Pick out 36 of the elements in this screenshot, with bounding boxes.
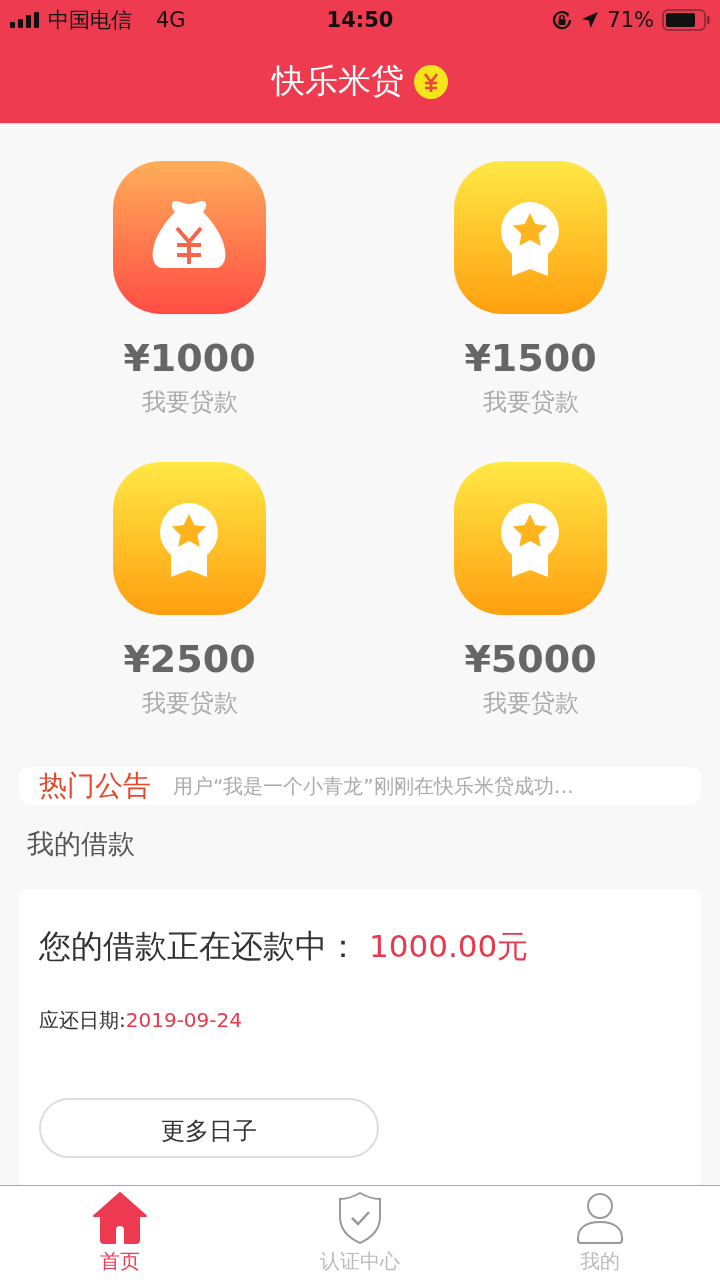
tab[interactable]: 我的 [480,1186,720,1280]
loan-action[interactable]: 我要贷款 [482,687,579,719]
loan-balance: 1000.00元 [369,927,529,966]
loan-icon[interactable] [454,462,607,615]
due-date: 2019-09-24 [125,1008,242,1032]
home-icon [93,1191,147,1244]
shield-check-icon [338,1191,382,1244]
battery-icon [662,9,710,31]
yen-coin-icon [414,64,448,99]
loan-amount: ¥1500 [464,336,597,380]
battery-percent: 71% [607,8,654,32]
more-days-button[interactable]: 更多日子 [39,1098,379,1158]
due-label: 应还日期: [39,1008,126,1032]
user-icon [576,1191,624,1244]
loan-icon[interactable] [113,462,266,615]
rotation-lock-icon [551,9,574,31]
clock-time: 14:50 [326,8,394,32]
carrier-name: 中国电信 [48,7,132,34]
notice-label: 热门公告 [39,768,151,804]
network-type: 4G [156,8,186,32]
loan-action[interactable]: 我要贷款 [141,687,238,719]
loan-icon[interactable] [113,161,266,314]
loan-action[interactable]: 我要贷款 [141,386,238,418]
tab[interactable]: 认证中心 [240,1186,480,1280]
app-title: 快乐米贷 [272,60,404,102]
location-arrow-icon [581,11,600,29]
loan-status: 您的借款正在还款中： [39,926,359,967]
section-title: 我的借款 [27,827,136,861]
loan-action[interactable]: 我要贷款 [482,386,579,418]
signal-icon [10,12,40,28]
loan-amount: ¥2500 [123,637,256,681]
tab[interactable]: 首页 [0,1186,240,1280]
loan-amount: ¥5000 [464,637,597,681]
loan-icon[interactable] [454,161,607,314]
notice-text[interactable]: 用户“我是一个小青龙”刚刚在快乐米贷成功… [173,772,574,800]
loan-amount: ¥1000 [123,336,256,380]
